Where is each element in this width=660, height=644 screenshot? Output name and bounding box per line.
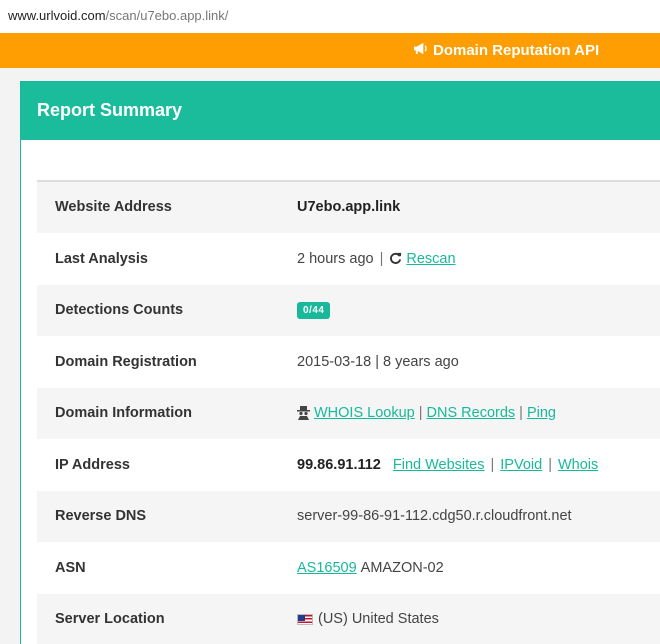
card-title: Report Summary — [21, 82, 660, 140]
row-label: Reverse DNS — [55, 508, 147, 525]
row-label: Website Address — [55, 199, 172, 216]
report-summary-card: Report Summary Website Address U7ebo.app… — [20, 81, 660, 644]
row-label: Last Analysis — [55, 250, 148, 267]
api-link-label: Domain Reputation API — [433, 42, 600, 59]
asn-link[interactable]: AS16509 — [297, 560, 357, 576]
find-websites-link[interactable]: Find Websites — [393, 457, 485, 473]
rescan-link[interactable]: Rescan — [406, 251, 455, 267]
refresh-icon — [389, 252, 402, 265]
server-location-value: (US) United States — [318, 611, 439, 628]
separator: | — [548, 456, 552, 473]
domain-reputation-api-link[interactable]: Domain Reputation API — [413, 42, 599, 59]
domain-registration-value: 2015-03-18 | 8 years ago — [297, 353, 459, 370]
separator: | — [519, 405, 523, 422]
table-row: Last Analysis 2 hours ago | Rescan — [37, 233, 660, 285]
asn-name: AMAZON-02 — [360, 559, 444, 576]
last-analysis-value: 2 hours ago — [297, 250, 374, 267]
table-row: ASN AS16509 AMAZON-02 — [37, 542, 660, 594]
row-label: ASN — [55, 559, 86, 576]
ipvoid-link[interactable]: IPVoid — [500, 457, 542, 473]
reverse-dns-value: server-99-86-91-112.cdg50.r.cloudfront.n… — [297, 508, 572, 525]
report-table: Website Address U7ebo.app.link Last Anal… — [37, 180, 660, 644]
table-row: Domain Registration 2015-03-18 | 8 years… — [37, 336, 660, 388]
spy-icon — [297, 406, 310, 421]
megaphone-icon — [413, 42, 428, 59]
dns-records-link[interactable]: DNS Records — [427, 405, 516, 421]
table-row: Domain Information WHOIS Lookup | DNS Re… — [37, 388, 660, 440]
whois-lookup-link[interactable]: WHOIS Lookup — [314, 405, 415, 421]
row-label: Domain Information — [55, 405, 192, 422]
us-flag-icon — [297, 613, 313, 625]
ip-whois-link[interactable]: Whois — [558, 457, 598, 473]
ip-address-value: 99.86.91.112 — [297, 456, 381, 473]
table-row: Reverse DNS server-99-86-91-112.cdg50.r.… — [37, 491, 660, 543]
table-row: Website Address U7ebo.app.link — [37, 182, 660, 234]
website-address-value: U7ebo.app.link — [297, 199, 401, 216]
row-label: IP Address — [55, 456, 130, 473]
url-path: /scan/u7ebo.app.link/ — [105, 8, 229, 23]
row-label: Detections Counts — [55, 302, 184, 319]
table-row: Server Location (US) United States — [37, 594, 660, 644]
url-host: www.urlvoid.com — [8, 8, 106, 23]
separator: | — [490, 456, 495, 473]
separator: | — [379, 250, 384, 267]
detections-badge: 0/44 — [297, 301, 331, 319]
ping-link[interactable]: Ping — [527, 405, 556, 421]
table-row: IP Address 99.86.91.112 Find Websites | … — [37, 439, 660, 491]
separator: | — [418, 405, 423, 422]
row-label: Server Location — [55, 611, 165, 628]
address-bar[interactable]: www.urlvoid.com/scan/u7ebo.app.link/ — [0, 0, 660, 33]
top-navbar: Domain Reputation API — [0, 33, 660, 68]
row-label: Domain Registration — [55, 353, 197, 370]
table-row: Detections Counts 0/44 — [37, 285, 660, 337]
